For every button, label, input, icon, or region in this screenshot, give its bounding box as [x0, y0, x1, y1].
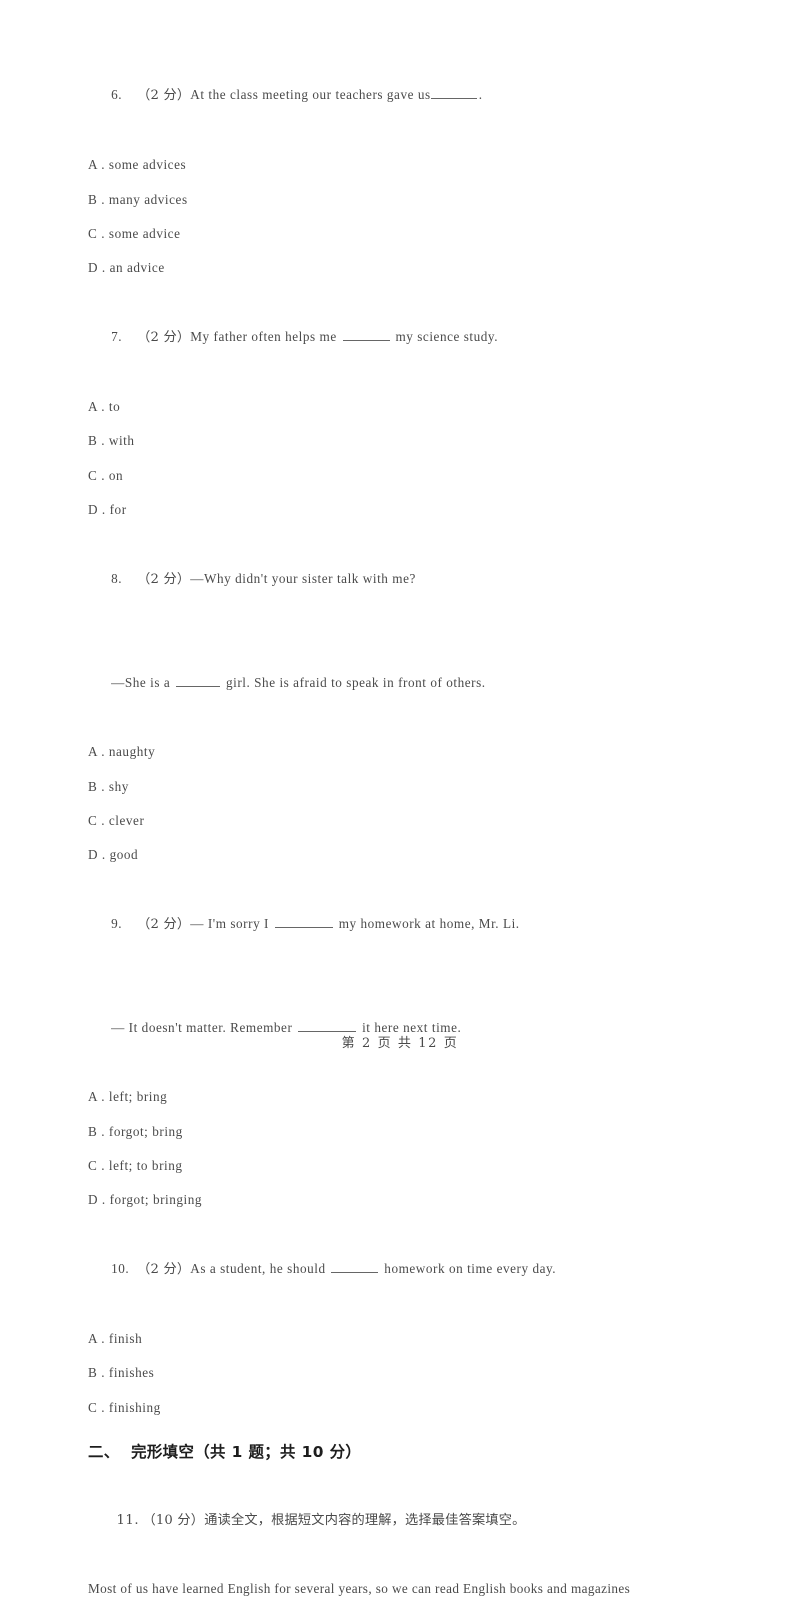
- option-item[interactable]: D . an advice: [88, 251, 760, 285]
- option-item[interactable]: B . finishes: [88, 1356, 760, 1390]
- section-heading: 二、 完形填空（共 1 题；共 10 分）: [88, 1443, 362, 1462]
- option-item[interactable]: B . shy: [88, 770, 760, 804]
- option-item[interactable]: D . for: [88, 493, 760, 527]
- question-text-after: .: [478, 87, 483, 103]
- exam-page: 6. （2 分）At the class meeting our teachers…: [0, 0, 800, 1596]
- answer-blank: [331, 1261, 379, 1274]
- page-content: 6. （2 分）At the class meeting our teachers…: [88, 44, 760, 1607]
- cloze-instruction: 11. （10 分）通读全文，根据短文内容的理解，选择最佳答案填空。: [88, 1469, 760, 1572]
- instruction-text: 通读全文，根据短文内容的理解，选择最佳答案填空。: [204, 1512, 526, 1528]
- question-text-before: As a student, he should: [190, 1261, 330, 1277]
- option-item[interactable]: A . naughty: [88, 735, 760, 769]
- option-item[interactable]: C . clever: [88, 804, 760, 838]
- option-item[interactable]: C . left; to bring: [88, 1149, 760, 1183]
- question-number: 8.: [111, 571, 123, 587]
- question-stem: 8. （2 分）—Why didn't your sister talk with…: [88, 528, 760, 632]
- question-text-before: —Why didn't your sister talk with me?: [190, 571, 416, 587]
- option-item[interactable]: C . finishing: [88, 1391, 760, 1425]
- question-number: 9.: [111, 916, 123, 932]
- question-text-before: At the class meeting our teachers gave u…: [190, 87, 431, 103]
- answer-blank: [176, 675, 221, 688]
- answer-blank: [274, 916, 333, 929]
- question-points: （2 分）: [137, 917, 191, 933]
- continuation-text-after: girl. She is afraid to speak in front of…: [222, 675, 486, 691]
- option-item[interactable]: A . finish: [88, 1322, 760, 1356]
- page-footer: 第 2 页 共 12 页: [341, 1036, 459, 1051]
- question-text-after: homework on time every day.: [380, 1261, 557, 1277]
- option-item[interactable]: A . left; bring: [88, 1080, 760, 1114]
- option-item[interactable]: C . some advice: [88, 217, 760, 251]
- option-item[interactable]: C . on: [88, 459, 760, 493]
- question-number: 7.: [111, 329, 123, 345]
- question-stem-continuation: — It doesn't matter. Remember it here ne…: [88, 977, 760, 1080]
- option-item[interactable]: A . to: [88, 390, 760, 424]
- question-text-after: my homework at home, Mr. Li.: [334, 916, 520, 932]
- question-stem: 9. （2 分）— I'm sorry I my homework at home…: [88, 873, 760, 977]
- option-item[interactable]: A . some advices: [88, 148, 760, 182]
- question-points: （10 分）: [142, 1512, 205, 1528]
- question-points: （2 分）: [137, 572, 191, 588]
- question-stem-continuation: —She is a girl. She is afraid to speak i…: [88, 632, 760, 735]
- option-item[interactable]: D . good: [88, 838, 760, 872]
- answer-blank: [298, 1020, 357, 1033]
- question-number: 6.: [111, 87, 123, 103]
- cloze-passage-line: Most of us have learned English for seve…: [88, 1581, 631, 1597]
- question-text-after: my science study.: [391, 329, 499, 345]
- question-points: （2 分）: [137, 330, 191, 346]
- question-points: （2 分）: [137, 88, 191, 104]
- option-item[interactable]: B . with: [88, 424, 760, 458]
- question-stem: 6. （2 分）At the class meeting our teachers…: [88, 44, 760, 148]
- question-text-before: My father often helps me: [190, 329, 341, 345]
- question-text-before: — I'm sorry I: [190, 916, 273, 932]
- option-item[interactable]: D . forgot; bringing: [88, 1183, 760, 1217]
- option-item[interactable]: B . many advices: [88, 183, 760, 217]
- answer-blank: [430, 87, 477, 100]
- question-stem: 7. （2 分）My father often helps me my scien…: [88, 286, 760, 390]
- question-number: 10.: [111, 1261, 130, 1277]
- answer-blank: [342, 329, 390, 342]
- question-stem: 10. （2 分）As a student, he should homework…: [88, 1218, 760, 1322]
- question-number: 11.: [116, 1512, 140, 1528]
- continuation-text-before: —She is a: [111, 675, 175, 691]
- question-points: （2 分）: [137, 1262, 191, 1278]
